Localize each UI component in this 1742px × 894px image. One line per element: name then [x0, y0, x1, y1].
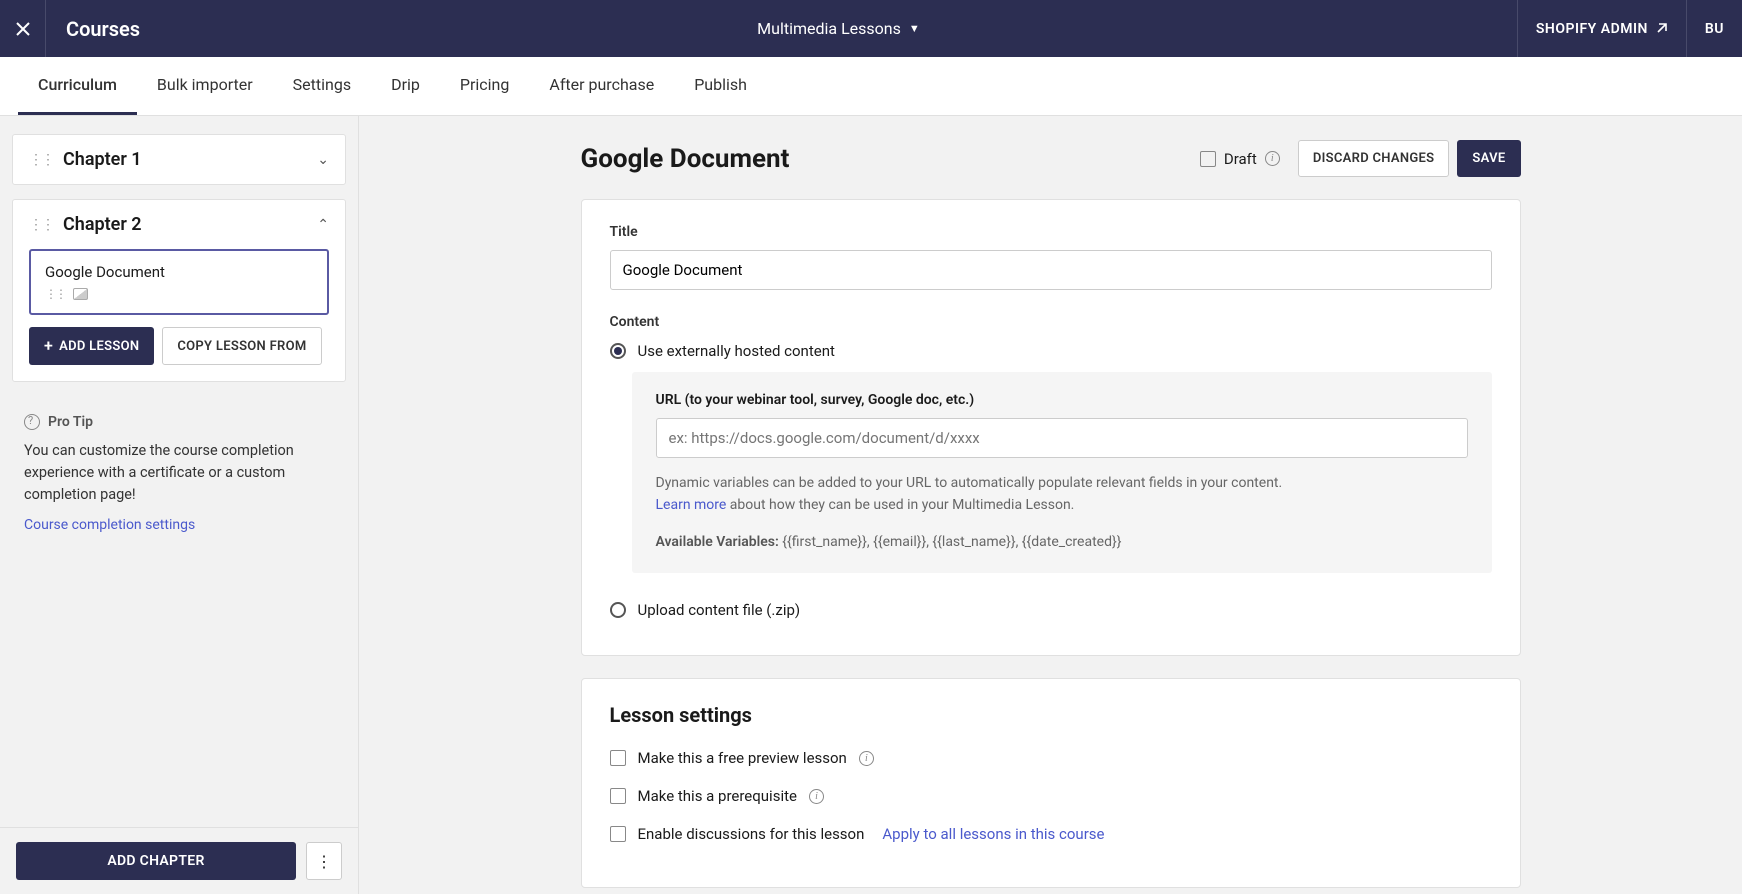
breadcrumb-label: Multimedia Lessons [757, 19, 901, 38]
chevron-down-icon: ▼ [909, 22, 920, 35]
free-preview-toggle[interactable]: Make this a free preview lesson i [610, 749, 1492, 767]
more-menu-button[interactable]: ⋮ [306, 842, 342, 880]
apply-all-link[interactable]: Apply to all lessons in this course [882, 825, 1104, 843]
chapter-header[interactable]: ⋮⋮ Chapter 1 ⌄ [13, 135, 345, 184]
title-input[interactable] [610, 250, 1492, 290]
multimedia-icon [73, 288, 88, 300]
chapter-card: ⋮⋮ Chapter 1 ⌄ [12, 134, 346, 185]
url-label: URL (to your webinar tool, survey, Googl… [656, 392, 1468, 408]
content-card: Title Content Use externally hosted cont… [581, 199, 1521, 656]
tab-settings[interactable]: Settings [273, 57, 371, 115]
radio-icon [610, 602, 626, 618]
save-button[interactable]: SAVE [1457, 140, 1520, 177]
discard-changes-button[interactable]: DISCARD CHANGES [1298, 140, 1450, 177]
draft-toggle[interactable]: Draft i [1200, 150, 1280, 168]
tab-publish[interactable]: Publish [674, 57, 767, 115]
sidebar-footer: ADD CHAPTER ⋮ [0, 827, 358, 894]
tabs: Curriculum Bulk importer Settings Drip P… [0, 57, 1742, 116]
course-completion-settings-link[interactable]: Course completion settings [24, 517, 334, 533]
main-content: Google Document Draft i DISCARD CHANGES … [359, 116, 1742, 894]
shopify-admin-link[interactable]: SHOPIFY ADMIN [1517, 0, 1686, 57]
radio-upload-file[interactable]: Upload content file (.zip) [610, 601, 1492, 619]
tip-title: Pro Tip [48, 414, 93, 430]
page-header: Google Document Draft i DISCARD CHANGES … [581, 140, 1521, 177]
lesson-settings-card: Lesson settings Make this a free preview… [581, 678, 1521, 888]
drag-handle-icon[interactable]: ⋮⋮ [45, 287, 65, 301]
lesson-title: Google Document [45, 263, 313, 281]
page-title: Google Document [581, 144, 1200, 174]
drag-handle-icon[interactable]: ⋮⋮ [29, 217, 53, 233]
kebab-icon: ⋮ [316, 852, 332, 871]
checkbox-icon [1200, 151, 1216, 167]
radio-externally-hosted[interactable]: Use externally hosted content [610, 342, 1492, 360]
tip-body: You can customize the course completion … [24, 440, 334, 505]
radio-selected-icon [610, 343, 626, 359]
tab-after-purchase[interactable]: After purchase [529, 57, 674, 115]
drag-handle-icon[interactable]: ⋮⋮ [29, 152, 53, 168]
tab-drip[interactable]: Drip [371, 57, 440, 115]
info-icon[interactable]: i [859, 751, 874, 766]
prerequisite-toggle[interactable]: Make this a prerequisite i [610, 787, 1492, 805]
content-label: Content [610, 314, 1492, 330]
url-hint: Dynamic variables can be added to your U… [656, 472, 1468, 517]
close-button[interactable] [0, 0, 46, 57]
discussions-toggle[interactable]: Enable discussions for this lesson Apply… [610, 825, 1492, 843]
chapter-title: Chapter 2 [63, 214, 307, 235]
external-link-icon [1655, 22, 1668, 35]
tab-pricing[interactable]: Pricing [440, 57, 530, 115]
close-icon [15, 21, 31, 37]
tab-bulk-importer[interactable]: Bulk importer [137, 57, 273, 115]
tip-icon [24, 414, 40, 430]
chevron-up-icon: ⌃ [317, 217, 329, 233]
tab-curriculum[interactable]: Curriculum [18, 57, 137, 115]
learn-more-link[interactable]: Learn more [656, 497, 727, 513]
chapter-header[interactable]: ⋮⋮ Chapter 2 ⌃ [13, 200, 345, 249]
external-url-block: URL (to your webinar tool, survey, Googl… [632, 372, 1492, 573]
copy-lesson-button[interactable]: COPY LESSON FROM [162, 327, 321, 365]
top-bar: Courses Multimedia Lessons ▼ SHOPIFY ADM… [0, 0, 1742, 57]
lesson-settings-title: Lesson settings [610, 703, 1492, 727]
lesson-item[interactable]: Google Document ⋮⋮ [29, 249, 329, 315]
app-title: Courses [46, 17, 160, 41]
shopify-admin-label: SHOPIFY ADMIN [1536, 21, 1648, 37]
available-variables: Available Variables: {{first_name}}, {{e… [656, 531, 1468, 553]
checkbox-icon [610, 750, 626, 766]
checkbox-icon [610, 826, 626, 842]
chevron-down-icon: ⌄ [317, 152, 329, 168]
chapter-card: ⋮⋮ Chapter 2 ⌃ Google Document ⋮⋮ + [12, 199, 346, 382]
topbar-right: SHOPIFY ADMIN BU [1517, 0, 1742, 57]
chapter-title: Chapter 1 [63, 149, 307, 170]
add-chapter-button[interactable]: ADD CHAPTER [16, 842, 296, 880]
plus-icon: + [44, 338, 53, 354]
info-icon[interactable]: i [1265, 151, 1280, 166]
sidebar: ⋮⋮ Chapter 1 ⌄ ⋮⋮ Chapter 2 ⌃ Google Doc… [0, 116, 359, 894]
pro-tip: Pro Tip You can customize the course com… [12, 396, 346, 533]
url-input[interactable] [656, 418, 1468, 458]
add-lesson-button[interactable]: + ADD LESSON [29, 327, 154, 365]
title-label: Title [610, 224, 1492, 240]
info-icon[interactable]: i [809, 789, 824, 804]
breadcrumb-dropdown[interactable]: Multimedia Lessons ▼ [160, 19, 1517, 38]
checkbox-icon [610, 788, 626, 804]
topbar-right-partial[interactable]: BU [1686, 0, 1742, 57]
